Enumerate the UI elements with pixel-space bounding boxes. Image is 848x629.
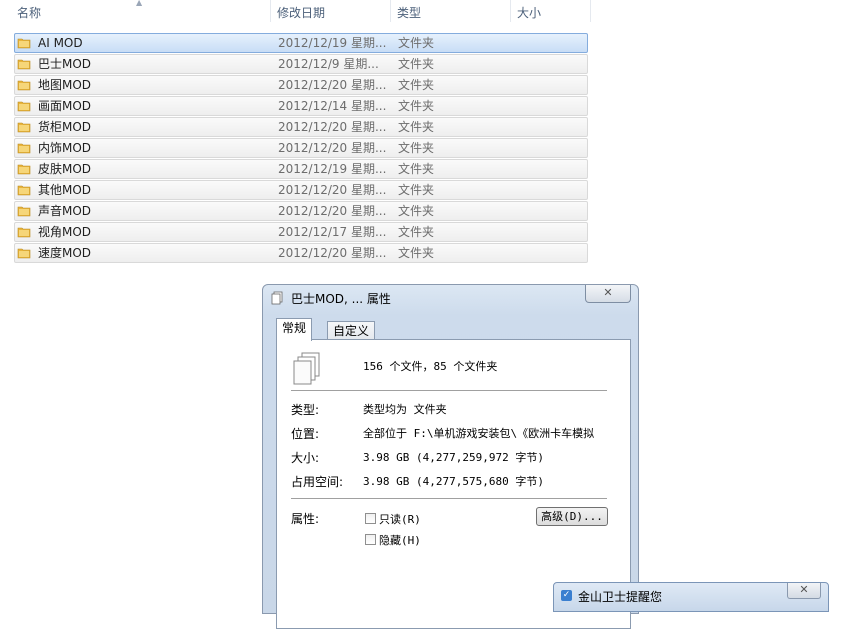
readonly-label[interactable]: 只读(R) bbox=[379, 511, 421, 527]
folder-icon bbox=[17, 206, 31, 217]
file-type: 文件夹 bbox=[398, 225, 435, 239]
multiple-files-icon bbox=[293, 352, 320, 385]
file-name: 画面MOD bbox=[38, 99, 92, 113]
folder-icon bbox=[17, 227, 31, 238]
selection-summary: 156 个文件，85 个文件夹 bbox=[363, 360, 498, 373]
file-date: 2012/12/20 星期... bbox=[278, 141, 387, 155]
type-label: 类型: bbox=[291, 403, 320, 417]
folder-icon bbox=[17, 80, 31, 91]
notification-title: 金山卫士提醒您 bbox=[578, 590, 663, 604]
file-row[interactable]: 其他MOD 2012/12/20 星期... 文件夹 bbox=[14, 180, 588, 200]
file-row[interactable]: 地图MOD 2012/12/20 星期... 文件夹 bbox=[14, 75, 588, 95]
file-type: 文件夹 bbox=[398, 57, 435, 71]
file-name: 地图MOD bbox=[38, 78, 92, 92]
file-type: 文件夹 bbox=[398, 120, 435, 134]
file-row[interactable]: 内饰MOD 2012/12/20 星期... 文件夹 bbox=[14, 138, 588, 158]
file-date: 2012/12/14 星期... bbox=[278, 99, 387, 113]
column-size[interactable]: 大小 bbox=[512, 0, 590, 27]
disk-size-value: 3.98 GB (4,277,575,680 字节) bbox=[363, 475, 544, 488]
file-date: 2012/12/20 星期... bbox=[278, 183, 387, 197]
file-type: 文件夹 bbox=[398, 246, 435, 260]
file-name: 皮肤MOD bbox=[38, 162, 92, 176]
file-row[interactable]: 巴士MOD 2012/12/9 星期... 文件夹 bbox=[14, 54, 588, 74]
column-name[interactable]: 名称 bbox=[12, 0, 270, 27]
properties-dialog: 巴士MOD, ... 属性 ✕ 常规 自定义 156 个文件，85 个文件夹 类… bbox=[262, 284, 639, 629]
readonly-checkbox[interactable] bbox=[365, 513, 376, 524]
file-row[interactable]: 皮肤MOD 2012/12/19 星期... 文件夹 bbox=[14, 159, 588, 179]
dialog-title: 巴士MOD, ... 属性 bbox=[291, 292, 391, 306]
column-divider[interactable] bbox=[590, 0, 591, 22]
folder-icon bbox=[17, 38, 31, 49]
hidden-label[interactable]: 隐藏(H) bbox=[379, 532, 421, 548]
file-name: 巴士MOD bbox=[38, 57, 92, 71]
file-type: 文件夹 bbox=[398, 162, 435, 176]
attributes-label: 属性: bbox=[291, 512, 320, 526]
column-date[interactable]: 修改日期 bbox=[272, 0, 390, 27]
file-type: 文件夹 bbox=[398, 78, 435, 92]
file-date: 2012/12/19 星期... bbox=[278, 36, 387, 50]
file-row[interactable]: 视角MOD 2012/12/17 星期... 文件夹 bbox=[14, 222, 588, 242]
file-name: AI MOD bbox=[38, 36, 83, 50]
size-value: 3.98 GB (4,277,259,972 字节) bbox=[363, 451, 544, 464]
disk-size-label: 占用空间: bbox=[291, 475, 344, 489]
file-row[interactable]: 声音MOD 2012/12/20 星期... 文件夹 bbox=[14, 201, 588, 221]
file-name: 其他MOD bbox=[38, 183, 92, 197]
column-divider[interactable] bbox=[510, 0, 511, 22]
notification-popup: ✓ 金山卫士提醒您 ✕ bbox=[553, 582, 829, 612]
type-value: 类型均为 文件夹 bbox=[363, 403, 447, 416]
tab-custom[interactable]: 自定义 bbox=[327, 321, 376, 341]
file-date: 2012/12/17 星期... bbox=[278, 225, 387, 239]
file-row[interactable]: 速度MOD 2012/12/20 星期... 文件夹 bbox=[14, 243, 588, 263]
separator bbox=[291, 390, 607, 391]
file-row[interactable]: 货柜MOD 2012/12/20 星期... 文件夹 bbox=[14, 117, 588, 137]
separator bbox=[291, 498, 607, 499]
file-type: 文件夹 bbox=[398, 204, 435, 218]
column-divider[interactable] bbox=[270, 0, 271, 22]
file-list: AI MOD 2012/12/19 星期... 文件夹 巴士MOD 2012/12/9 … bbox=[14, 33, 588, 264]
file-row[interactable]: AI MOD 2012/12/19 星期... 文件夹 bbox=[14, 33, 588, 53]
file-date: 2012/12/19 星期... bbox=[278, 162, 387, 176]
file-name: 内饰MOD bbox=[38, 141, 92, 155]
file-row[interactable]: 画面MOD 2012/12/14 星期... 文件夹 bbox=[14, 96, 588, 116]
file-date: 2012/12/20 星期... bbox=[278, 120, 387, 134]
notification-close-button[interactable]: ✕ bbox=[787, 583, 821, 599]
folder-icon bbox=[17, 143, 31, 154]
column-type[interactable]: 类型 bbox=[392, 0, 510, 27]
dialog-close-button[interactable]: ✕ bbox=[585, 285, 631, 303]
column-divider[interactable] bbox=[390, 0, 391, 22]
location-value: 全部位于 F:\单机游戏安装包\《欧洲卡车模拟 bbox=[363, 427, 595, 440]
file-type: 文件夹 bbox=[398, 183, 435, 197]
tab-general[interactable]: 常规 bbox=[276, 318, 313, 341]
location-label: 位置: bbox=[291, 427, 320, 441]
file-name: 视角MOD bbox=[38, 225, 92, 239]
file-date: 2012/12/9 星期... bbox=[278, 57, 379, 71]
file-type: 文件夹 bbox=[398, 36, 435, 50]
size-label: 大小: bbox=[291, 451, 320, 465]
file-date: 2012/12/20 星期... bbox=[278, 204, 387, 218]
advanced-button[interactable]: 高级(D)... bbox=[536, 507, 608, 526]
file-name: 速度MOD bbox=[38, 246, 92, 260]
folder-icon bbox=[17, 185, 31, 196]
folder-icon bbox=[17, 101, 31, 112]
folder-icon bbox=[17, 164, 31, 175]
folder-properties-icon bbox=[271, 291, 283, 305]
file-name: 声音MOD bbox=[38, 204, 92, 218]
folder-icon bbox=[17, 122, 31, 133]
hidden-checkbox[interactable] bbox=[365, 534, 376, 545]
column-header-bar: ▲ 名称 修改日期 类型 大小 bbox=[0, 0, 592, 27]
file-type: 文件夹 bbox=[398, 99, 435, 113]
folder-icon bbox=[17, 59, 31, 70]
file-name: 货柜MOD bbox=[38, 120, 92, 134]
file-date: 2012/12/20 星期... bbox=[278, 78, 387, 92]
file-type: 文件夹 bbox=[398, 141, 435, 155]
file-date: 2012/12/20 星期... bbox=[278, 246, 387, 260]
folder-icon bbox=[17, 248, 31, 259]
